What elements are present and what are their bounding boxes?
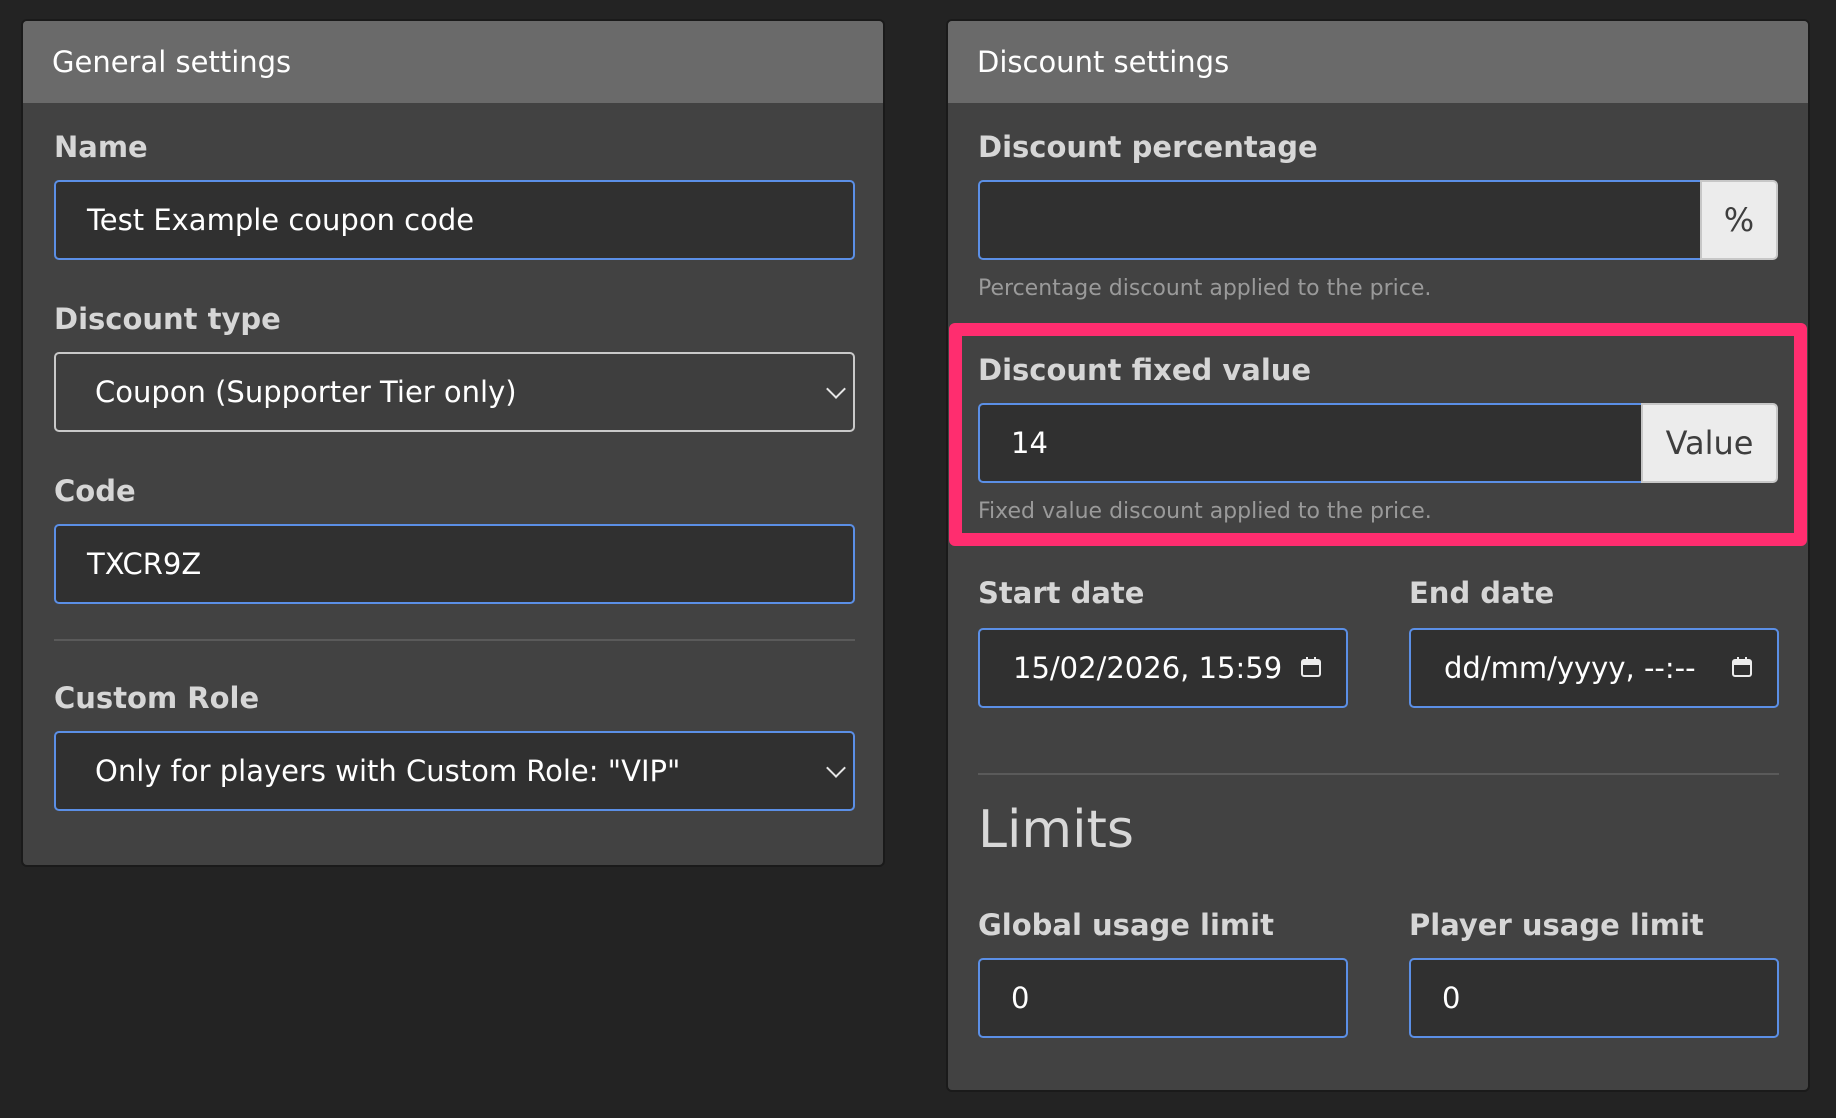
value-addon: Value: [1641, 403, 1778, 483]
end-date-input[interactable]: dd/mm/yyyy, --:--: [1409, 628, 1779, 708]
player-usage-limit-input[interactable]: 0: [1409, 958, 1779, 1038]
name-input[interactable]: Test Example coupon code: [54, 180, 855, 260]
chevron-down-icon: [826, 758, 846, 778]
custom-role-label: Custom Role: [54, 681, 260, 715]
discount-settings-header: Discount settings: [948, 21, 1808, 103]
name-label: Name: [54, 130, 148, 164]
name-input-value: Test Example coupon code: [87, 203, 475, 237]
discount-type-label: Discount type: [54, 302, 281, 336]
section-divider: [978, 773, 1779, 775]
calendar-icon[interactable]: [1300, 656, 1322, 678]
player-usage-limit-label: Player usage limit: [1409, 908, 1704, 942]
start-date-label: Start date: [978, 576, 1145, 610]
discount-fixed-value: 14: [1011, 426, 1048, 460]
custom-role-selected: Only for players with Custom Role: "VIP": [95, 754, 681, 788]
discount-fixed-input[interactable]: 14: [978, 403, 1643, 483]
global-usage-limit-label: Global usage limit: [978, 908, 1274, 942]
percent-addon: %: [1700, 180, 1778, 260]
calendar-icon[interactable]: [1731, 656, 1753, 678]
end-date-value: dd/mm/yyyy, --:--: [1444, 651, 1696, 685]
global-usage-limit-input[interactable]: 0: [978, 958, 1348, 1038]
discount-settings-panel: Discount settings Discount percentage % …: [946, 19, 1810, 1092]
player-usage-limit-value: 0: [1442, 981, 1461, 1015]
discount-percentage-input[interactable]: [978, 180, 1702, 260]
global-usage-limit-value: 0: [1011, 981, 1030, 1015]
section-divider: [54, 639, 855, 641]
code-input-value: TXCR9Z: [87, 547, 202, 581]
code-label: Code: [54, 474, 136, 508]
end-date-label: End date: [1409, 576, 1555, 610]
chevron-down-icon: [826, 379, 846, 399]
general-settings-header: General settings: [23, 21, 883, 103]
discount-percentage-label: Discount percentage: [978, 130, 1318, 164]
discount-type-select[interactable]: Coupon (Supporter Tier only): [54, 352, 855, 432]
code-input[interactable]: TXCR9Z: [54, 524, 855, 604]
start-date-value: 15/02/2026, 15:59: [1013, 651, 1283, 685]
discount-percentage-help: Percentage discount applied to the price…: [978, 276, 1432, 301]
discount-fixed-help: Fixed value discount applied to the pric…: [978, 499, 1432, 524]
custom-role-select[interactable]: Only for players with Custom Role: "VIP": [54, 731, 855, 811]
discount-type-selected: Coupon (Supporter Tier only): [95, 375, 517, 409]
discount-fixed-label: Discount fixed value: [978, 353, 1312, 387]
general-settings-panel: General settings Name Test Example coupo…: [21, 19, 885, 867]
start-date-input[interactable]: 15/02/2026, 15:59: [978, 628, 1348, 708]
limits-heading: Limits: [978, 800, 1134, 860]
